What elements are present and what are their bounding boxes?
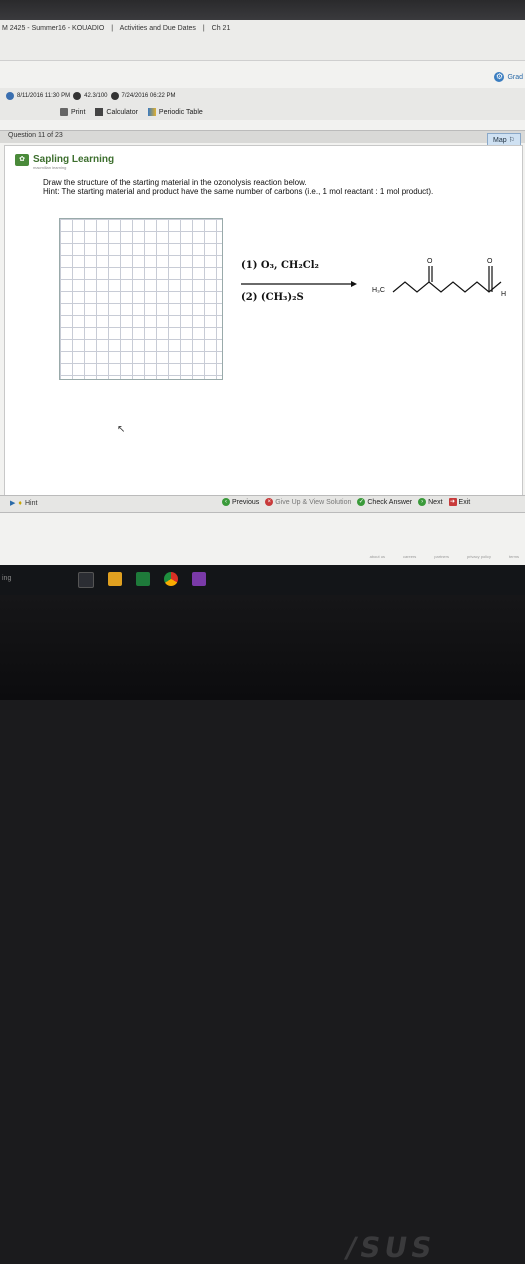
- map-label: Map: [493, 136, 507, 144]
- next-label: Next: [428, 498, 443, 506]
- printed-date: 7/24/2016 06:22 PM: [121, 93, 176, 99]
- assignment-info-bar: 8/11/2016 11:30 PM 42.3/100 7/24/2016 06…: [0, 88, 525, 120]
- partners-link[interactable]: partners: [434, 554, 449, 559]
- score-icon: [73, 92, 82, 100]
- exit-label: Exit: [458, 498, 471, 506]
- question-prompt: Draw the structure of the starting mater…: [43, 178, 433, 196]
- question-panel: ✿ Sapling Learning macmillan learning Dr…: [4, 145, 523, 497]
- product-carbon-chain: [392, 281, 502, 293]
- mouse-cursor-icon: ↖: [117, 424, 126, 435]
- aldehyde-oxygen: O: [487, 258, 493, 265]
- exit-button[interactable]: ➜ Exit: [448, 498, 471, 506]
- periodic-table-label: Periodic Table: [158, 108, 203, 116]
- breadcrumb-separator: |: [202, 25, 205, 32]
- hint-label: Hint: [24, 499, 38, 507]
- periodic-table-button[interactable]: Periodic Table: [147, 108, 203, 116]
- sapling-logo: ✿ Sapling Learning macmillan learning: [15, 154, 114, 170]
- privacy-policy-link[interactable]: privacy policy: [467, 554, 491, 559]
- drawing-canvas[interactable]: [59, 218, 223, 380]
- give-up-label: Give Up & View Solution: [275, 498, 352, 506]
- footer-links: about us careers partners privacy policy…: [370, 554, 519, 559]
- reaction-scheme: (1) O₃, CH₂Cl₂ H₃C O O H (2) (CH₃)₂S: [241, 252, 511, 332]
- exit-icon: ➜: [448, 498, 457, 506]
- laptop-keyboard-area: /SUS: [0, 595, 525, 1264]
- check-answer-label: Check Answer: [367, 498, 413, 506]
- hint-toggle[interactable]: ▶ ♦ Hint: [10, 499, 38, 508]
- lightbulb-icon: ♦: [18, 499, 22, 507]
- methyl-label: H₃C: [372, 287, 385, 294]
- next-button[interactable]: › Next: [418, 498, 443, 506]
- breadcrumb-separator: |: [111, 25, 114, 32]
- brand-name: Sapling Learning: [33, 154, 115, 165]
- gear-icon: ⚙: [494, 72, 505, 82]
- previous-label: Previous: [232, 498, 260, 506]
- previous-arrow-icon: ‹: [222, 498, 230, 506]
- ketone-oxygen: O: [427, 258, 433, 265]
- aldehyde-hydrogen: H: [501, 291, 506, 298]
- brand-tagline: macmillan learning: [33, 165, 67, 170]
- due-date: 8/11/2016 11:30 PM: [17, 93, 71, 99]
- store-icon[interactable]: [136, 572, 150, 586]
- breadcrumb-course[interactable]: M 2425 - Summer16 - KOUADIO: [2, 25, 104, 32]
- reagent-step-2: (2) (CH₃)₂S: [241, 292, 304, 303]
- windows-taskbar: ing: [0, 565, 525, 595]
- breadcrumb: M 2425 - Summer16 - KOUADIO | Activities…: [0, 20, 525, 61]
- next-arrow-icon: ›: [418, 498, 427, 506]
- check-icon: ✓: [357, 498, 366, 506]
- question-counter: Question 11 of 23: [8, 132, 63, 139]
- print-label: Print: [71, 108, 86, 116]
- question-bar: Question 11 of 23: [0, 130, 525, 143]
- give-up-icon: ×: [265, 498, 274, 506]
- periodic-table-icon: [147, 108, 156, 116]
- printer-icon: [60, 108, 68, 116]
- clock-icon: [6, 92, 14, 100]
- careers-link[interactable]: careers: [403, 554, 416, 559]
- browser-screen: M 2425 - Summer16 - KOUADIO | Activities…: [0, 20, 525, 565]
- gradebook-button[interactable]: ⚙ Grad: [494, 72, 523, 82]
- monitor-bezel: [0, 0, 525, 20]
- previous-button[interactable]: ‹ Previous: [222, 498, 259, 506]
- prompt-hint: Hint: The starting material and product …: [43, 187, 434, 196]
- prompt-line-1: Draw the structure of the starting mater…: [43, 178, 307, 187]
- question-footer: ▶ ♦ Hint ‹ Previous × Give Up & View Sol…: [0, 495, 525, 513]
- history-icon: [110, 92, 119, 100]
- asus-logo: /SUS: [343, 1231, 439, 1264]
- map-icon: ⚐: [508, 137, 515, 144]
- calculator-label: Calculator: [106, 108, 138, 116]
- calculator-icon: [95, 108, 104, 116]
- breadcrumb-chapter[interactable]: Ch 21: [212, 25, 231, 32]
- print-button[interactable]: Print: [60, 108, 85, 116]
- file-explorer-icon[interactable]: [108, 572, 122, 586]
- onenote-icon[interactable]: [192, 572, 206, 586]
- expand-arrow-icon: ▶: [10, 500, 16, 507]
- reaction-arrowhead: [351, 281, 357, 287]
- about-us-link[interactable]: about us: [370, 554, 385, 559]
- taskbar-search-text[interactable]: ing: [2, 575, 11, 582]
- breadcrumb-activities[interactable]: Activities and Due Dates: [120, 25, 196, 32]
- chrome-icon[interactable]: [164, 572, 178, 586]
- score: 42.3/100: [84, 93, 108, 99]
- calculator-button[interactable]: Calculator: [95, 108, 138, 116]
- check-answer-button[interactable]: ✓ Check Answer: [357, 498, 412, 506]
- sapling-leaf-icon: ✿: [15, 154, 29, 166]
- task-view-icon[interactable]: [78, 572, 94, 588]
- give-up-button[interactable]: × Give Up & View Solution: [265, 498, 351, 506]
- terms-link[interactable]: terms: [509, 554, 519, 559]
- gradebook-label: Grad: [507, 73, 523, 81]
